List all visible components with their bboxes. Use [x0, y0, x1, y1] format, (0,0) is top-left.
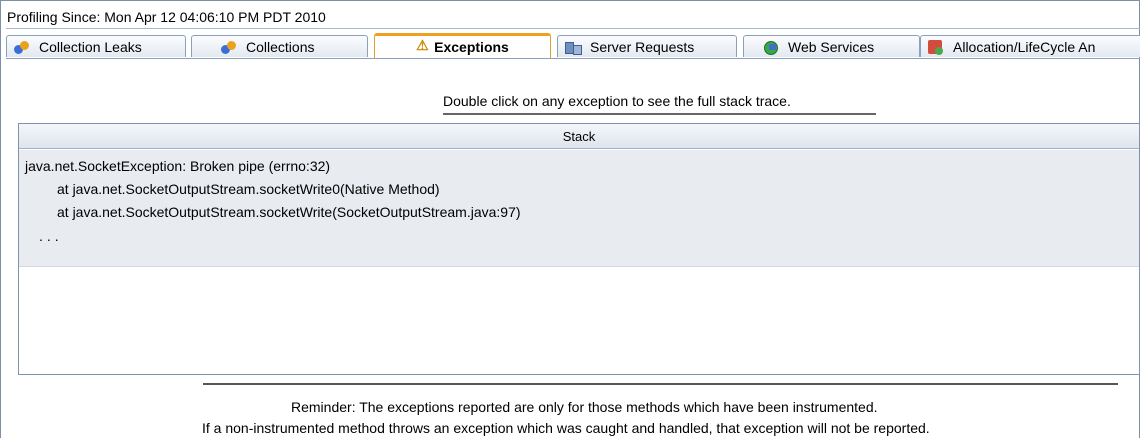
stack-trace-line: at java.net.SocketOutputStream.socketWri… [57, 204, 521, 220]
tab-label: Collection Leaks [39, 38, 142, 55]
instruction-underline [443, 113, 876, 115]
tab-web-services[interactable]: Web Services [743, 35, 920, 57]
tab-exceptions[interactable]: Exceptions [374, 33, 551, 58]
exceptions-table[interactable]: Stack java.net.SocketException: Broken p… [18, 123, 1140, 375]
profiling-since-label: Profiling Since: Mon Apr 12 04:06:10 PM … [7, 9, 326, 25]
stack-trace-ellipsis: ... [39, 228, 63, 244]
header-divider [6, 28, 1140, 29]
reminder-divider [203, 383, 1118, 385]
people-icon [13, 39, 31, 55]
tab-label: Server Requests [590, 38, 695, 55]
tab-label: Allocation/LifeCycle An [953, 38, 1096, 55]
table-row[interactable]: java.net.SocketException: Broken pipe (e… [19, 150, 1139, 267]
tab-collection-leaks[interactable]: Collection Leaks [6, 35, 186, 57]
web-services-icon [762, 39, 780, 55]
tab-bar: Collection Leaks Collections Exceptions … [6, 31, 1140, 59]
tab-label: Web Services [788, 38, 875, 55]
stack-trace-line: java.net.SocketException: Broken pipe (e… [25, 158, 331, 174]
stack-trace-line: at java.net.SocketOutputStream.socketWri… [57, 181, 440, 197]
tab-collections[interactable]: Collections [191, 35, 368, 57]
people-icon [220, 39, 238, 55]
reminder-text-line-1: Reminder: The exceptions reported are on… [291, 399, 878, 415]
tab-bar-baseline [6, 58, 1140, 59]
allocation-icon [927, 39, 945, 55]
server-icon [564, 39, 582, 55]
tab-label: Collections [246, 38, 315, 55]
tab-allocation-lifecycle[interactable]: Allocation/LifeCycle An [920, 35, 1140, 57]
column-header-stack[interactable]: Stack [19, 124, 1139, 149]
reminder-text-line-2: If a non-instrumented method throws an e… [202, 420, 930, 436]
tab-server-requests[interactable]: Server Requests [557, 35, 737, 57]
warning-icon [416, 37, 430, 55]
instruction-text: Double click on any exception to see the… [443, 93, 791, 109]
tab-label: Exceptions [434, 39, 509, 55]
